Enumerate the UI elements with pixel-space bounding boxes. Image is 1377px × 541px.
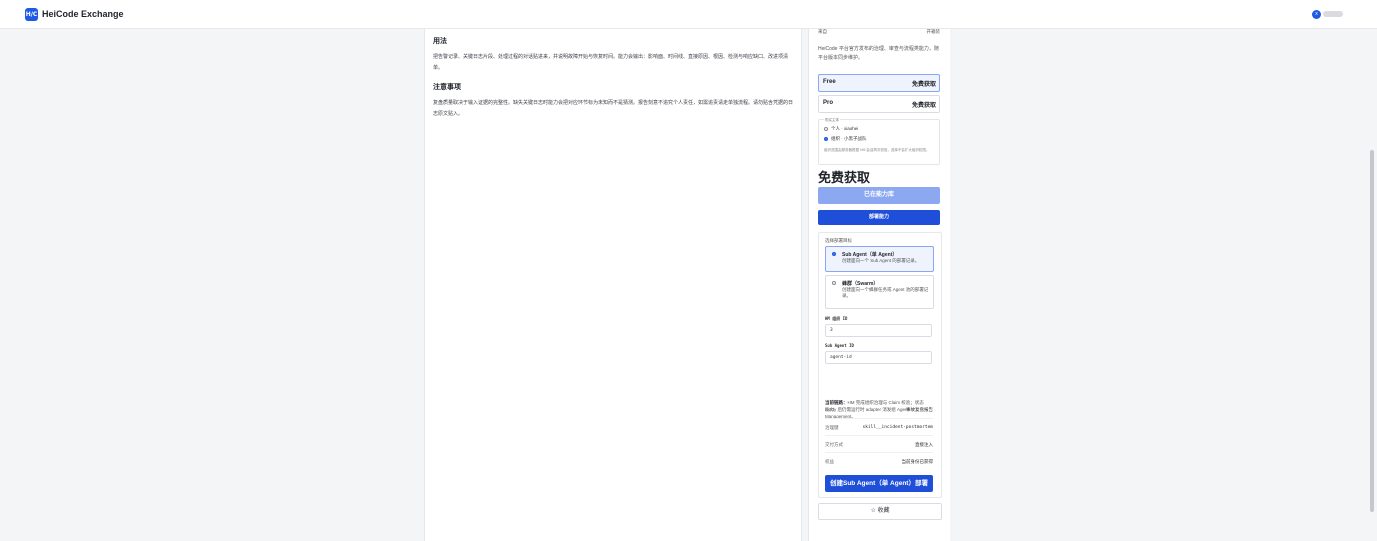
- hm-org-label: HM 组织 ID: [825, 316, 848, 321]
- deploy-target-title: 选择部署目标: [825, 238, 852, 243]
- deploy-panel: 选择部署目标 Sub Agent（单 Agent） 创建面向一个 Sub Age…: [818, 232, 942, 498]
- buyer-option-personal[interactable]: 个人 · xiaohei: [824, 126, 858, 132]
- notes-heading: 注意事项: [433, 84, 461, 91]
- plan-pro[interactable]: Pro 免费获取: [818, 95, 940, 113]
- sub-agent-id-label: Sub Agent ID: [825, 343, 854, 348]
- detail-entitlement: 权益 当前身份已获得: [825, 452, 933, 470]
- capability-description: HeiCode 平台官方发布的治理、审查与流程类能力，随平台版本同步维护。: [818, 46, 939, 61]
- avatar[interactable]: x: [1312, 10, 1321, 19]
- detail-delivery: 交付方式 直接注入: [825, 435, 933, 453]
- usage-heading: 用法: [433, 38, 447, 45]
- brand-logo[interactable]: H/C: [25, 8, 38, 21]
- article-panel: 用法 把告警记录、关键日志片段、处理过程的对话贴进来，并说明故障开始与恢复时间。…: [424, 29, 802, 541]
- create-deployment-button[interactable]: 创建Sub Agent（单 Agent）部署: [825, 475, 933, 492]
- purchase-sidebar: 来自 开箱装 HeiCode 平台官方发布的治理、审查与流程类能力，随平台版本同…: [808, 29, 950, 541]
- deploy-capability-button[interactable]: 部署能力: [818, 210, 940, 225]
- price-display: 免费获取: [818, 170, 871, 185]
- source-row: 来自 开箱装: [818, 29, 940, 34]
- user-name-redacted[interactable]: [1323, 11, 1343, 17]
- buyer-note: 组织范围由服务器根据 HM 会话再次校验，选择不会扩大组织权限。: [824, 148, 930, 152]
- buyer-option-org[interactable]: 组织 · 小黑子战队: [824, 136, 867, 142]
- buyer-selector: 购买主体 个人 · xiaohei 组织 · 小黑子战队 组织范围由服务器根据 …: [818, 118, 940, 165]
- top-bar: H/C HeiCode Exchange x: [0, 0, 1377, 29]
- radio-checked-icon: [832, 252, 836, 256]
- plan-free[interactable]: Free 免费获取: [818, 74, 940, 92]
- detail-capability: 能力 事故复盘报告: [825, 407, 933, 412]
- in-library-button[interactable]: 已在能力库: [818, 187, 940, 204]
- radio-icon: [832, 281, 836, 285]
- radio-checked-icon: [824, 136, 828, 141]
- notes-text: 复盘质量取决于输入证据的完整性。缺失关键日志时能力会把对应环节标为未知而不是猜测…: [433, 100, 794, 117]
- hm-org-input[interactable]: 3: [825, 324, 932, 337]
- sub-agent-id-input[interactable]: agent-id: [825, 351, 932, 364]
- page-scrollbar[interactable]: [1370, 150, 1374, 512]
- target-sub-agent[interactable]: Sub Agent（单 Agent） 创建面向一个 Sub Agent 的部署记…: [825, 246, 934, 272]
- target-swarm[interactable]: 蜂群（Swarm） 创建面向一个蜂群任务或 Agent 池的部署记录。: [825, 275, 934, 309]
- favorite-button[interactable]: ☆ 收藏: [818, 503, 942, 520]
- detail-governance-key: 治理键 skill__incident-postmortem: [825, 418, 933, 436]
- usage-text: 把告警记录、关键日志片段、处理过程的对话贴进来，并说明故障开始与恢复时间。能力会…: [433, 54, 789, 71]
- brand-name[interactable]: HeiCode Exchange: [42, 8, 124, 21]
- radio-icon: [824, 126, 828, 131]
